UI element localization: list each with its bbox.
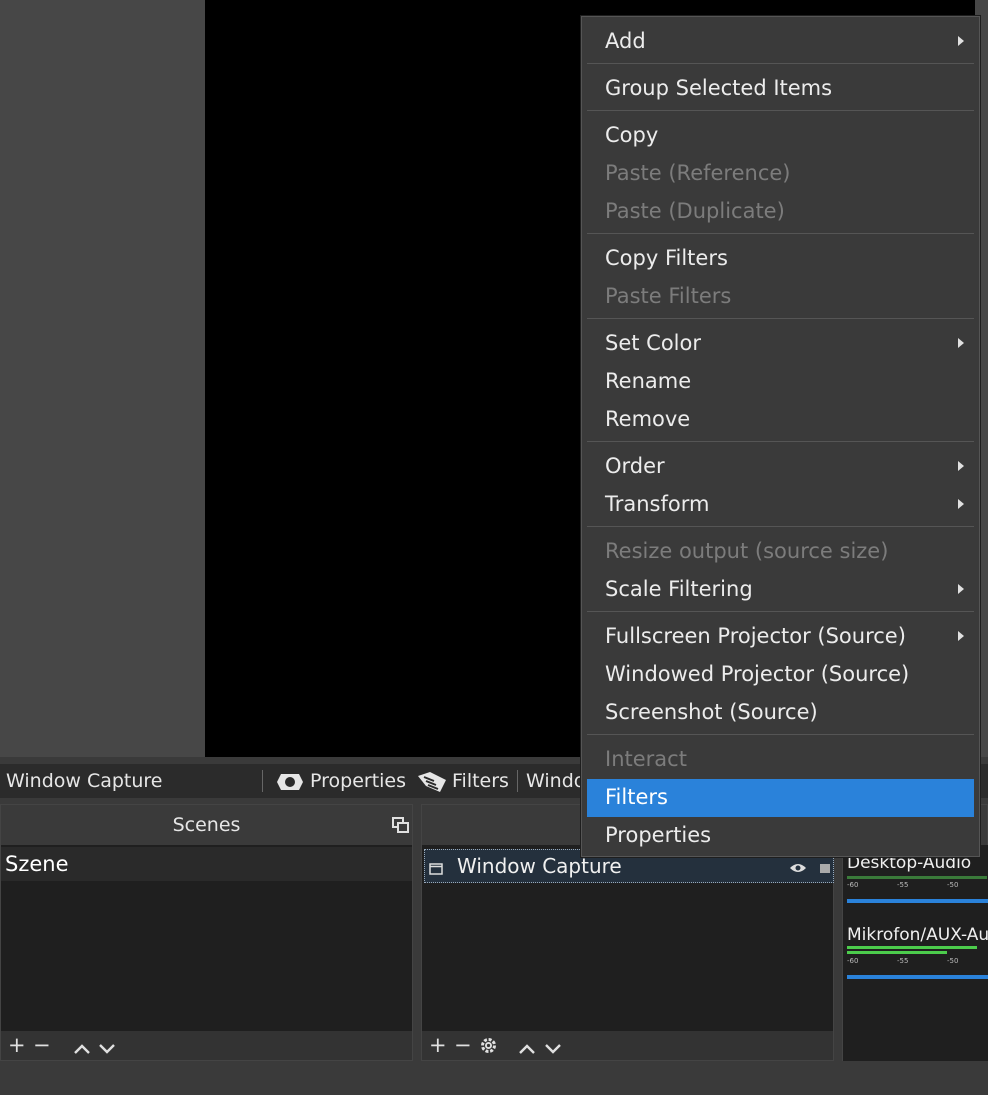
menu-item-transform[interactable]: Transform [587, 486, 974, 524]
menu-item-set-color[interactable]: Set Color [587, 325, 974, 363]
gear-icon[interactable] [480, 1037, 497, 1058]
selected-source-name: Window Capture [6, 770, 163, 792]
menu-item-windowed-projector[interactable]: Windowed Projector (Source) [587, 656, 974, 694]
remove-scene-button[interactable]: − [33, 1032, 51, 1058]
toolbar-separator [517, 770, 518, 792]
context-menu: Add Group Selected Items Copy Paste (Ref… [580, 15, 981, 858]
mixer-channel-name: Mikrofon/AUX-Au [847, 925, 988, 945]
scenes-dock: Scenes Szene + − [0, 804, 413, 1061]
volume-slider[interactable] [847, 899, 988, 903]
submenu-arrow-icon [958, 338, 964, 348]
meter-tick-label: -50 [947, 957, 959, 965]
menu-separator [587, 63, 974, 64]
submenu-arrow-icon [958, 36, 964, 46]
filters-icon[interactable] [416, 770, 448, 798]
volume-slider[interactable] [847, 975, 988, 979]
add-scene-button[interactable]: + [8, 1032, 26, 1058]
menu-separator [587, 611, 974, 612]
move-down-icon[interactable] [544, 1040, 562, 1059]
visibility-eye-icon[interactable] [789, 859, 807, 878]
lock-icon[interactable] [819, 858, 831, 877]
menu-item-properties[interactable]: Properties [587, 817, 974, 855]
meter-tick-label: -55 [897, 881, 909, 889]
meter-tick-label: -60 [847, 957, 859, 965]
move-down-icon[interactable] [98, 1040, 116, 1059]
properties-button[interactable]: Properties [310, 770, 406, 792]
meter-tick-label: -55 [897, 957, 909, 965]
meter-tick-label: -50 [947, 881, 959, 889]
submenu-arrow-icon [958, 499, 964, 509]
menu-item-paste-duplicate: Paste (Duplicate) [605, 199, 785, 223]
menu-item-copy-filters[interactable]: Copy Filters [587, 240, 974, 278]
menu-separator [587, 110, 974, 111]
window-dropdown-label[interactable]: Windo [526, 770, 585, 792]
volume-meter [847, 876, 987, 879]
menu-item-remove[interactable]: Remove [587, 401, 974, 439]
menu-separator [587, 526, 974, 527]
remove-source-button[interactable]: − [454, 1032, 472, 1058]
window-icon [429, 860, 443, 879]
menu-item-order[interactable]: Order [587, 448, 974, 486]
menu-item-paste-reference: Paste (Reference) [605, 161, 791, 185]
submenu-arrow-icon [958, 584, 964, 594]
scenes-dock-header: Scenes [1, 805, 412, 845]
undock-icon[interactable] [392, 817, 410, 839]
submenu-arrow-icon [958, 631, 964, 641]
mixer-body: Desktop-Audio -60 -55 -50 Mikrofon/AUX-A… [843, 845, 988, 1061]
menu-item-resize-output: Resize output (source size) [605, 539, 889, 563]
menu-item-scale-filtering[interactable]: Scale Filtering [587, 571, 974, 609]
scene-list-item[interactable]: Szene [1, 847, 412, 881]
menu-item-interact: Interact [605, 747, 687, 771]
menu-item-rename[interactable]: Rename [587, 363, 974, 401]
menu-separator [587, 734, 974, 735]
menu-separator [587, 233, 974, 234]
volume-meter [847, 946, 977, 949]
menu-item-group-selected-items[interactable]: Group Selected Items [587, 70, 974, 108]
menu-separator [587, 441, 974, 442]
scene-name: Szene [5, 852, 69, 876]
menu-item-filters[interactable]: Filters [587, 779, 974, 817]
menu-item-add[interactable]: Add [587, 23, 974, 61]
toolbar-separator [262, 770, 263, 792]
scenes-dock-footer: + − [1, 1031, 412, 1060]
menu-item-paste-filters: Paste Filters [605, 284, 732, 308]
volume-meter [847, 951, 947, 954]
submenu-arrow-icon [958, 461, 964, 471]
left-panel-background [0, 0, 205, 757]
scenes-dock-title: Scenes [172, 814, 241, 836]
menu-item-screenshot[interactable]: Screenshot (Source) [587, 694, 974, 732]
menu-item-copy[interactable]: Copy [587, 117, 974, 155]
move-up-icon[interactable] [518, 1040, 536, 1059]
meter-tick-label: -60 [847, 881, 859, 889]
menu-separator [587, 318, 974, 319]
add-source-button[interactable]: + [429, 1032, 447, 1058]
menu-item-fullscreen-projector[interactable]: Fullscreen Projector (Source) [587, 618, 974, 656]
sources-dock-footer: + − [422, 1031, 833, 1060]
filters-button[interactable]: Filters [452, 770, 509, 792]
move-up-icon[interactable] [73, 1040, 91, 1059]
gear-icon[interactable] [275, 770, 305, 798]
